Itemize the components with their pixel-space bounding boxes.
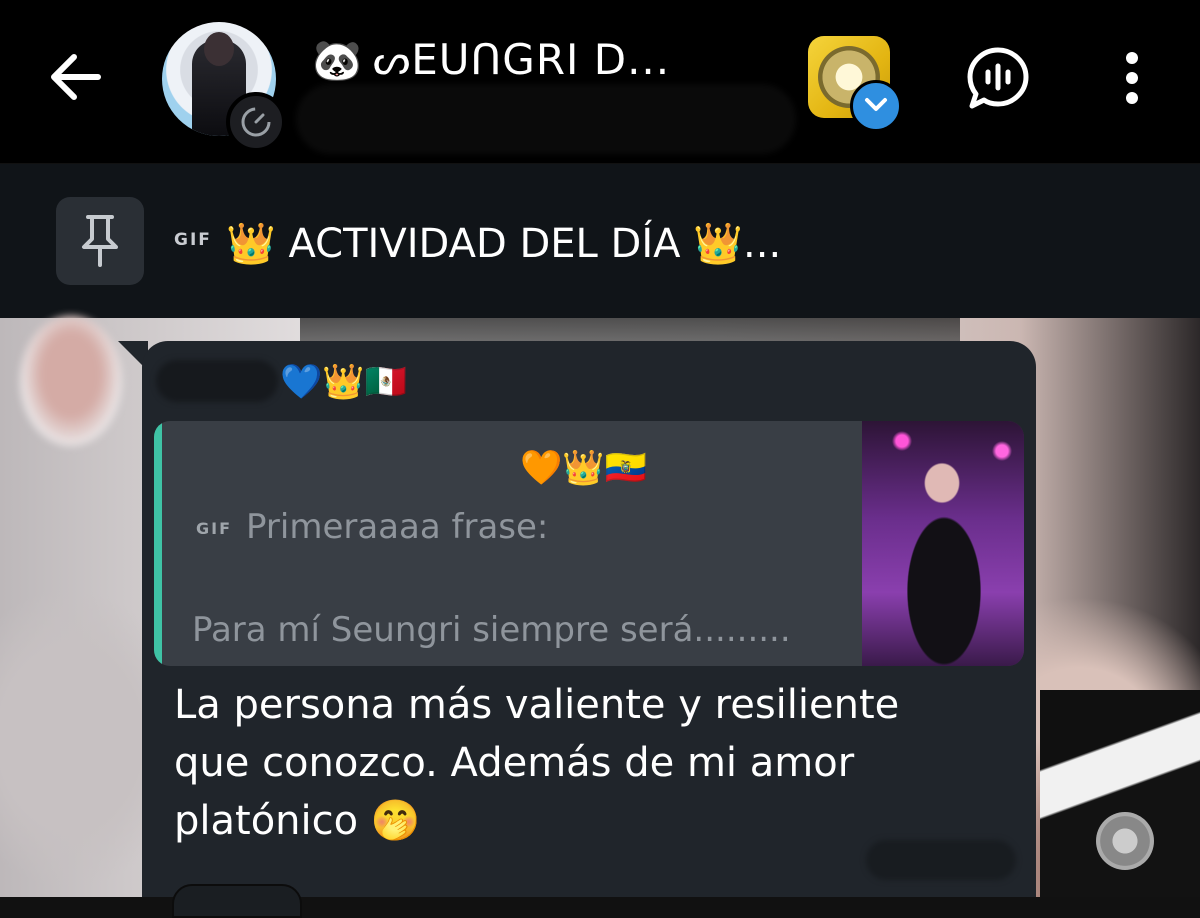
panda-icon: 🐼 xyxy=(312,38,363,84)
background-detail xyxy=(1096,812,1154,870)
pinned-gif-tag: GIF xyxy=(174,230,212,250)
voice-chat-icon xyxy=(967,47,1029,109)
pin-button[interactable] xyxy=(56,197,144,285)
redacted-subtitle xyxy=(296,84,796,154)
quote-text-line: Primeraaaa frase: xyxy=(246,507,549,547)
quote-text-line: Para mí Seungri siempre será......... xyxy=(192,610,791,650)
timer-badge xyxy=(226,92,286,152)
redacted-timestamp xyxy=(866,840,1016,880)
redacted-sender-name xyxy=(156,360,278,402)
back-button[interactable] xyxy=(44,45,108,109)
quote-accent-bar xyxy=(154,421,162,666)
more-vertical-icon xyxy=(1126,52,1138,104)
pin-icon xyxy=(82,215,118,267)
voice-chat-button[interactable] xyxy=(964,44,1032,112)
pinned-message-text[interactable]: 👑 ACTIVIDAD DEL DÍA 👑... xyxy=(226,214,781,274)
community-dropdown-button[interactable] xyxy=(850,80,902,132)
quote-sender-emojis: 🧡👑🇪🇨 xyxy=(520,448,648,488)
sender-name[interactable]: 💙👑🇲🇽 xyxy=(156,356,556,406)
chat-title-text: ᔕEUᑎGRI D... xyxy=(372,35,671,84)
more-options-button[interactable] xyxy=(1112,46,1152,110)
chevron-down-icon xyxy=(865,98,887,111)
message-text: La persona más valiente y resiliente que… xyxy=(174,682,900,844)
quote-gif-tag: GIF xyxy=(196,519,233,538)
sender-emojis: 💙👑🇲🇽 xyxy=(280,362,408,402)
reaction-pill[interactable] xyxy=(172,884,302,918)
chat-title[interactable]: 🐼 ᔕEUᑎGRI D... xyxy=(312,30,782,90)
timer-icon xyxy=(241,107,271,137)
avatar-head xyxy=(204,32,234,66)
sender-avatar[interactable] xyxy=(20,316,122,446)
arrow-left-icon xyxy=(51,54,101,100)
quote-gif-thumbnail[interactable] xyxy=(862,421,1024,666)
quoted-message[interactable]: 🧡👑🇪🇨 GIF Primeraaaa frase: Para mí Seung… xyxy=(154,421,1024,666)
